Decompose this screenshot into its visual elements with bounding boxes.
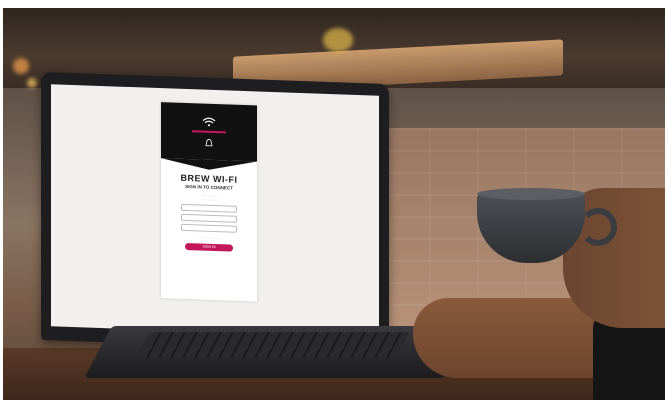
bokeh-light (323, 28, 353, 52)
header-notch (161, 158, 257, 172)
email-field[interactable] (181, 213, 237, 223)
portal-footer: · · · · · · · · · (202, 253, 216, 258)
laptop-screen: BREW WI-FI SIGN IN TO CONNECT · · · · · … (51, 84, 379, 338)
laptop-keyboard (136, 332, 410, 358)
cup-rim (477, 188, 585, 200)
bokeh-light (13, 58, 29, 74)
zip-field[interactable] (181, 223, 237, 233)
sign-in-button[interactable]: SIGN IN (185, 242, 233, 252)
kettle-icon (205, 138, 213, 147)
terms-text: · · · · · · · · · · · (199, 235, 219, 241)
portal-intro-text: · · · · · · · · · · · · · · · · · · (200, 193, 218, 203)
cafe-photo: BREW WI-FI SIGN IN TO CONNECT · · · · · … (3, 8, 665, 400)
brand-accent-bar (192, 130, 226, 134)
name-field[interactable] (181, 203, 237, 213)
portal-header (161, 102, 257, 172)
cup-handle (579, 208, 617, 246)
wifi-icon (202, 117, 216, 127)
bokeh-light (27, 78, 37, 88)
laptop-lid: BREW WI-FI SIGN IN TO CONNECT · · · · · … (41, 71, 389, 353)
wifi-portal-card: BREW WI-FI SIGN IN TO CONNECT · · · · · … (161, 102, 257, 302)
